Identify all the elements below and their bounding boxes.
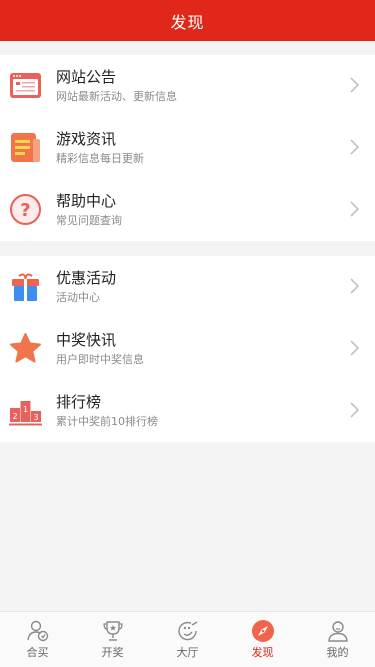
bottom-tab-bar: 合买 开奖 大厅 发现 我的 [0,611,375,667]
chevron-right-icon [350,278,359,294]
menu-item-subtitle: 用户即时中奖信息 [56,353,144,366]
chevron-right-icon [350,201,359,217]
tab-label: 开奖 [101,646,124,659]
discover-group-activity: 优惠活动 活动中心 中奖快讯 用户即时中奖信息 213 排行榜 累计中奖前10排… [0,256,375,442]
star-icon [9,332,42,365]
menu-item-subtitle: 累计中奖前10排行榜 [56,415,158,428]
trophy-icon [101,619,125,643]
menu-item-game-news[interactable]: 游戏资讯 精彩信息每日更新 [0,117,375,179]
menu-item-subtitle: 网站最新活动、更新信息 [56,90,177,103]
news-icon [9,131,42,164]
tab-label: 合买 [26,646,49,659]
menu-item-subtitle: 常见问题查询 [56,214,122,227]
menu-item-title: 中奖快讯 [56,331,117,349]
tab-group-buy[interactable]: 合买 [0,612,75,667]
gift-icon [9,270,42,303]
menu-item-title: 游戏资讯 [56,130,117,148]
group-buy-icon [26,619,50,643]
menu-item-subtitle: 活动中心 [56,291,100,304]
chevron-right-icon [350,77,359,93]
top-header: 发现 [0,0,375,41]
menu-item-title: 网站公告 [56,68,117,86]
tab-label: 大厅 [176,646,199,659]
tab-label: 发现 [251,646,274,659]
podium-icon: 213 [9,394,42,427]
svg-text:3: 3 [33,413,38,422]
profile-icon [326,619,350,643]
menu-item-subtitle: 精彩信息每日更新 [56,152,144,165]
menu-item-promotions[interactable]: 优惠活动 活动中心 [0,256,375,318]
chevron-right-icon [350,139,359,155]
menu-item-title: 优惠活动 [56,269,117,287]
svg-text:2: 2 [12,412,17,421]
page-title: 发现 [170,12,205,32]
menu-item-title: 帮助中心 [56,192,117,210]
svg-text:?: ? [20,200,30,221]
lobby-icon [176,619,200,643]
menu-item-help-center[interactable]: ? 帮助中心 常见问题查询 [0,179,375,241]
announcement-icon [9,69,42,102]
svg-text:1: 1 [23,405,28,414]
tab-lobby[interactable]: 大厅 [150,612,225,667]
compass-icon [251,619,275,643]
menu-item-announcement[interactable]: 网站公告 网站最新活动、更新信息 [0,55,375,117]
chevron-right-icon [350,340,359,356]
menu-item-title: 排行榜 [56,393,102,411]
menu-item-leaderboard[interactable]: 213 排行榜 累计中奖前10排行榜 [0,380,375,442]
tab-discover[interactable]: 发现 [225,612,300,667]
tab-lottery-results[interactable]: 开奖 [75,612,150,667]
menu-item-winning-news[interactable]: 中奖快讯 用户即时中奖信息 [0,318,375,380]
chevron-right-icon [350,402,359,418]
discover-group-info: 网站公告 网站最新活动、更新信息 游戏资讯 精彩信息每日更新 ? 帮助中心 常见… [0,55,375,241]
help-icon: ? [9,193,42,226]
tab-label: 我的 [326,646,349,659]
tab-profile[interactable]: 我的 [300,612,375,667]
